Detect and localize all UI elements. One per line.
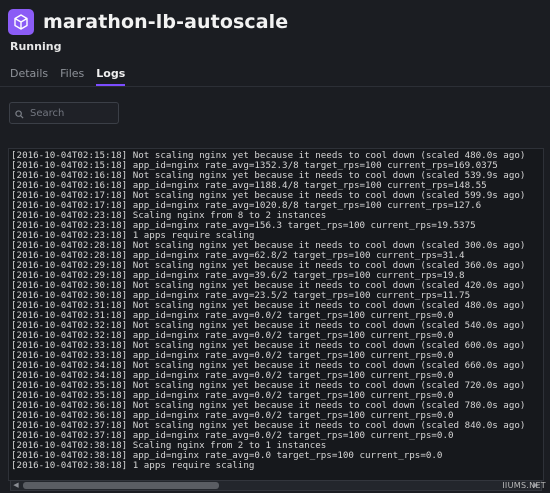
search-input[interactable] xyxy=(28,106,120,120)
tab-files[interactable]: Files xyxy=(60,67,84,86)
status-label: Running xyxy=(10,40,62,53)
tab-divider xyxy=(0,86,550,87)
app-header: marathon-lb-autoscale xyxy=(8,9,288,35)
watermark: IIUMS.NET xyxy=(502,481,546,490)
search-icon xyxy=(15,104,24,123)
horizontal-scrollbar[interactable]: ◀ ▶ xyxy=(10,480,542,491)
app-cube-icon xyxy=(8,9,34,35)
log-lines: [2016-10-04T02:15:18] Not scaling nginx … xyxy=(11,151,539,471)
search-box[interactable] xyxy=(9,102,120,124)
tab-bar: Details Files Logs xyxy=(10,67,137,86)
page-title: marathon-lb-autoscale xyxy=(43,11,289,33)
log-output-panel[interactable]: [2016-10-04T02:15:18] Not scaling nginx … xyxy=(8,148,544,481)
scroll-left-arrow-icon[interactable]: ◀ xyxy=(11,481,21,490)
scrollbar-thumb[interactable] xyxy=(23,482,219,489)
tab-logs[interactable]: Logs xyxy=(96,67,126,86)
log-line: [2016-10-04T02:38:18] 1 apps require sca… xyxy=(11,460,255,471)
tab-details[interactable]: Details xyxy=(10,67,48,86)
